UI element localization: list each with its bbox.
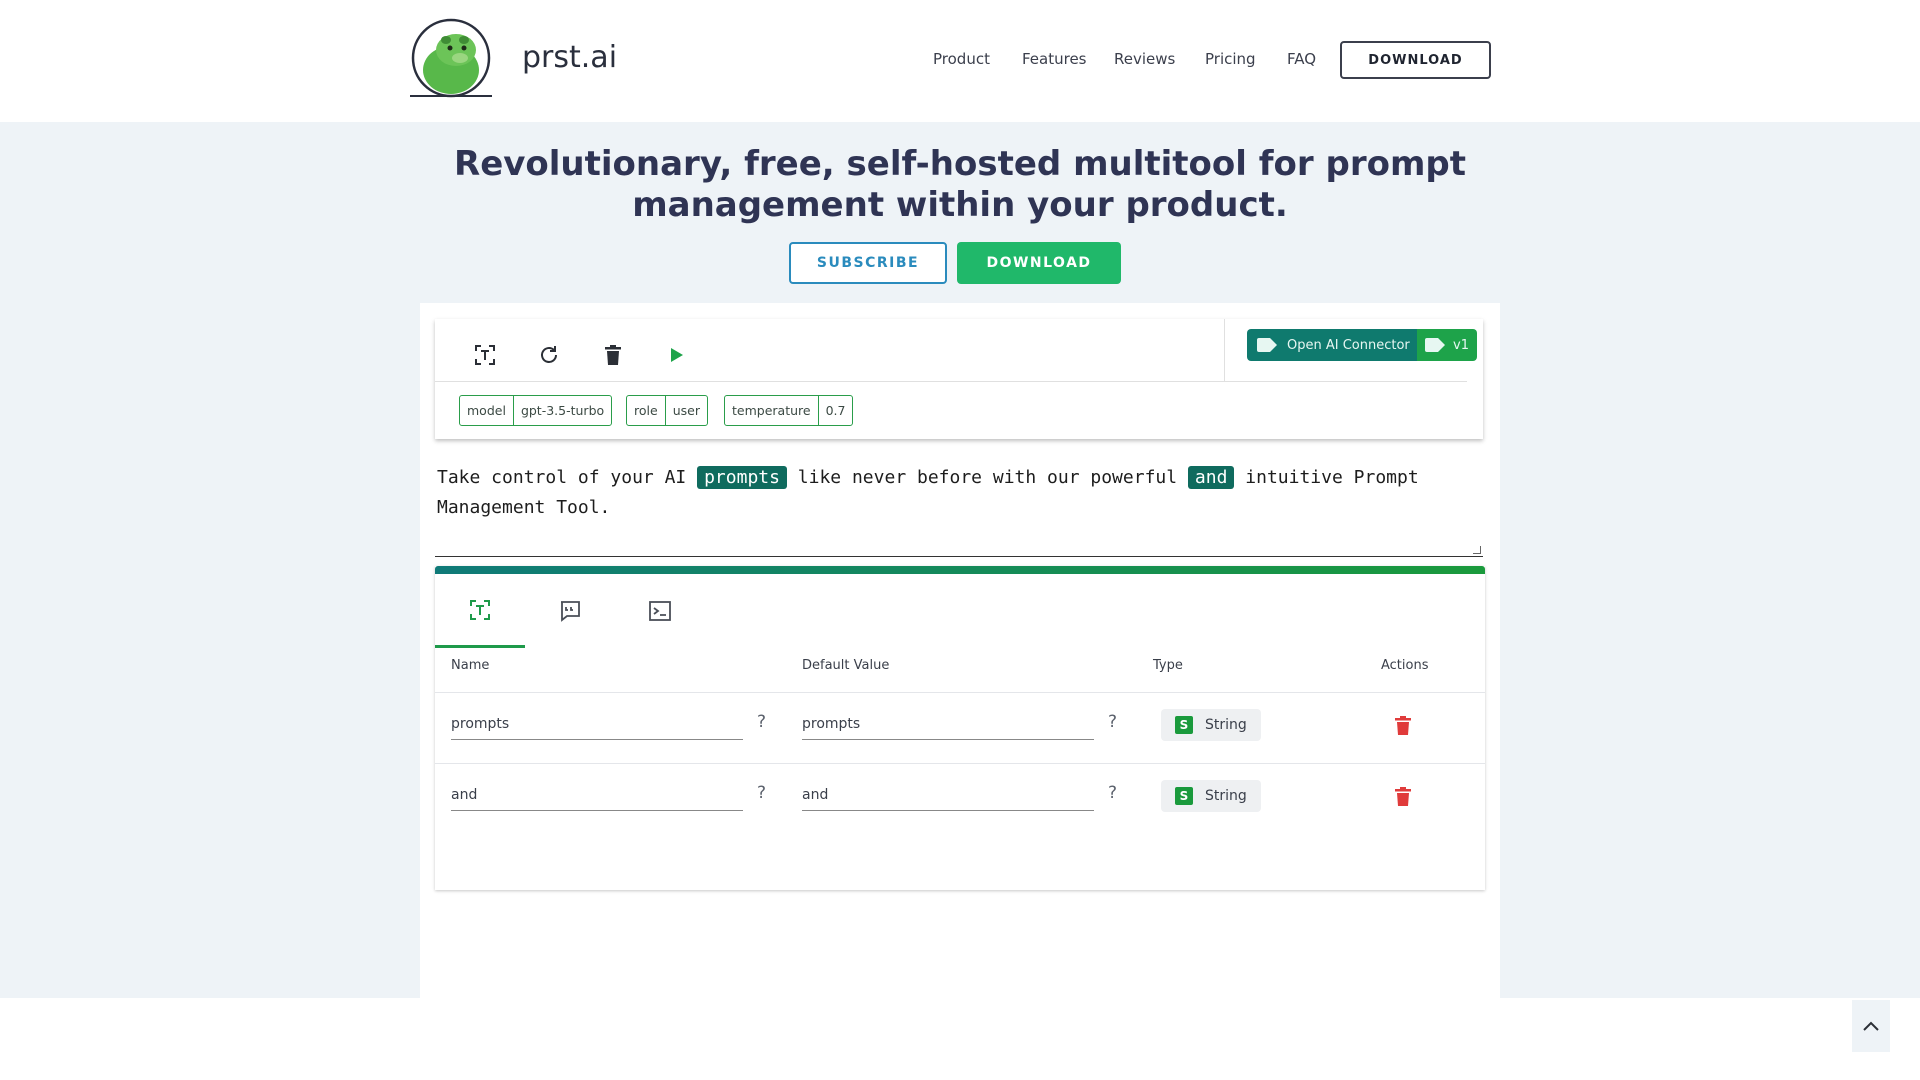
type-chip[interactable]: S String — [1161, 780, 1261, 812]
header-download-button[interactable]: DOWNLOAD — [1340, 41, 1491, 79]
variables-panel: Name Default Value Type Actions prompts … — [435, 566, 1485, 890]
chevron-up-icon — [1863, 1021, 1879, 1031]
help-icon[interactable]: ? — [757, 783, 766, 803]
site-header: prst.ai Product Features Reviews Pricing… — [0, 0, 1920, 122]
row-divider — [435, 692, 1485, 693]
tag-icon — [1425, 338, 1445, 352]
row-divider — [435, 763, 1485, 764]
type-chip[interactable]: S String — [1161, 709, 1261, 741]
connector-chip[interactable]: Open AI Connector — [1247, 329, 1422, 361]
nav-reviews[interactable]: Reviews — [1114, 50, 1175, 68]
quote-icon — [561, 601, 580, 622]
panel-accent-bar — [435, 566, 1485, 574]
play-icon[interactable] — [661, 339, 693, 371]
prompt-variable[interactable]: prompts — [697, 466, 787, 489]
resize-handle[interactable] — [1473, 546, 1481, 554]
hero-section: Revolutionary, free, self-hosted multito… — [0, 122, 1920, 1067]
prompt-text: like never before with our powerful — [786, 467, 1188, 488]
prompt-toolbar: Open AI Connector v1 model gpt-3.5-turbo… — [435, 319, 1483, 439]
column-header-type: Type — [1153, 658, 1183, 673]
param-key: role — [627, 396, 666, 425]
subscribe-button[interactable]: SUBSCRIBE — [789, 242, 947, 284]
default-value-field[interactable]: and — [802, 779, 1094, 811]
help-icon[interactable]: ? — [1108, 712, 1117, 732]
terminal-icon — [649, 601, 671, 621]
prompt-editor-demo: Open AI Connector v1 model gpt-3.5-turbo… — [420, 303, 1500, 1067]
param-role[interactable]: role user — [626, 395, 708, 426]
column-header-default: Default Value — [802, 658, 890, 673]
brand-name[interactable]: prst.ai — [522, 40, 617, 75]
param-key: model — [460, 396, 514, 425]
hero-headline: Revolutionary, free, self-hosted multito… — [454, 144, 1466, 225]
refresh-icon[interactable] — [533, 339, 565, 371]
type-label: String — [1205, 788, 1247, 804]
nav-pricing[interactable]: Pricing — [1205, 50, 1256, 68]
prompt-variable[interactable]: and — [1187, 466, 1235, 489]
type-label: String — [1205, 717, 1247, 733]
trash-icon[interactable] — [597, 339, 629, 371]
param-key: temperature — [725, 396, 819, 425]
hero-download-button[interactable]: DOWNLOAD — [957, 242, 1121, 284]
help-icon[interactable]: ? — [1108, 783, 1117, 803]
toolbar-divider — [1224, 319, 1225, 381]
column-header-actions: Actions — [1381, 658, 1429, 673]
delete-icon[interactable] — [1391, 784, 1415, 808]
text-variable-icon[interactable] — [469, 339, 501, 371]
tag-icon — [1257, 338, 1277, 352]
version-label: v1 — [1453, 337, 1469, 353]
toolbar-divider — [435, 381, 1467, 382]
default-value-field[interactable]: prompts — [802, 708, 1094, 740]
param-model[interactable]: model gpt-3.5-turbo — [459, 395, 613, 426]
column-header-name: Name — [451, 658, 490, 673]
param-value: gpt-3.5-turbo — [520, 403, 605, 418]
param-value: 0.7 — [825, 403, 846, 418]
tab-messages[interactable] — [525, 574, 615, 648]
variable-name-field[interactable]: prompts — [451, 708, 743, 740]
text-variable-icon — [470, 599, 490, 620]
variable-name-field[interactable]: and — [451, 779, 743, 811]
param-value: user — [672, 403, 700, 418]
scroll-to-top-button[interactable] — [1852, 1000, 1890, 1052]
delete-icon[interactable] — [1391, 713, 1415, 737]
prompt-text: Take control of your AI — [437, 467, 698, 488]
tab-variables[interactable] — [435, 574, 525, 648]
version-chip[interactable]: v1 — [1417, 329, 1477, 361]
connector-label: Open AI Connector — [1287, 337, 1410, 353]
help-icon[interactable]: ? — [757, 712, 766, 732]
prompt-textarea[interactable]: Take control of your AI prompts like nev… — [435, 463, 1483, 557]
param-temperature[interactable]: temperature 0.7 — [724, 395, 854, 426]
capybara-logo[interactable] — [406, 18, 496, 100]
string-type-icon: S — [1175, 716, 1193, 734]
string-type-icon: S — [1175, 787, 1193, 805]
tab-console[interactable] — [615, 574, 705, 648]
nav-product[interactable]: Product — [933, 50, 990, 68]
nav-faq[interactable]: FAQ — [1287, 50, 1316, 68]
nav-features[interactable]: Features — [1022, 50, 1087, 68]
